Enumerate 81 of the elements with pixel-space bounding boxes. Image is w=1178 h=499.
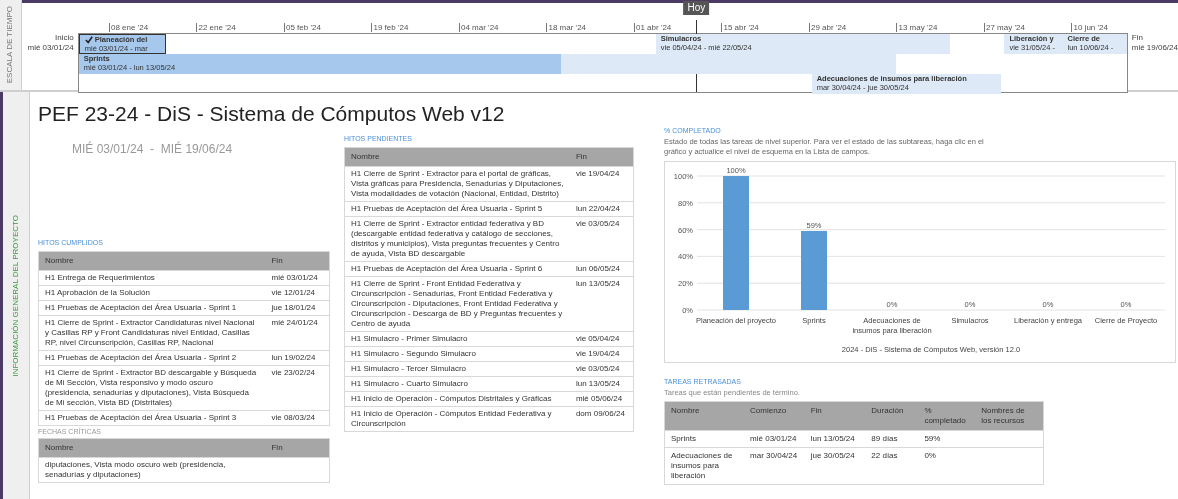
section-label: INFORMACIÓN GENERAL DEL PROYECTO: [10, 214, 21, 377]
tick-label: 10 jun '24: [1071, 23, 1108, 32]
tick-label: 22 ene '24: [196, 23, 236, 32]
tick-label: 04 mar '24: [459, 23, 499, 32]
start-label: Inicio: [55, 33, 74, 43]
table-cell: mié 03/01/24: [744, 430, 805, 448]
table-cell: H1 Entrega de Requerimientos: [38, 270, 266, 285]
table-cell: Adecuaciones de insumos para liberación: [664, 447, 745, 485]
column-header: Fin: [265, 251, 330, 270]
column-header: Fin: [569, 147, 634, 166]
table-cell: vie 03/05/24: [569, 216, 634, 261]
timeline-label: ESCALA DE TIEMPO: [4, 6, 16, 84]
table-cell: lun 13/05/24: [804, 430, 866, 448]
tick-label: 13 may '24: [896, 23, 938, 32]
table-cell: mié 05/06/24: [569, 391, 634, 406]
table-cell: mar 30/04/24: [744, 447, 805, 485]
table-cell: vie 23/02/24: [265, 365, 330, 410]
table-cell: 22 días: [865, 447, 919, 485]
table-cell: H1 Cierre de Sprint - Front Entidad Federativa y Circunscripción - Senadurías, Front Entidad Federativa y Circunscripción - Diputaciones, Front Entidad Federativa y Circunscripción - Descarga de BD y Preguntas frecuentes y Centro de ayuda: [344, 276, 570, 331]
column-header: Nombre: [38, 438, 266, 458]
table-cell: vie 05/04/24: [569, 331, 634, 346]
table-cell: jue 18/01/24: [265, 300, 330, 315]
column-header: Nombres de los recursos: [975, 401, 1044, 431]
date-range: MIÉ 03/01/24 - MIÉ 19/06/24: [72, 140, 234, 158]
table-cell: H1 Inicio de Operación - Cómputos Distritales y Gráficas: [344, 391, 570, 406]
table-cell: diputaciones, Vista modo oscuro web (presidencia, senadurías y diputaciones): [38, 457, 266, 483]
table-cell: lun 13/05/24: [569, 276, 634, 331]
column-header: % completado: [918, 401, 976, 431]
tick-label: 01 abr '24: [634, 23, 672, 32]
table-cell: lun 06/05/24: [569, 261, 634, 276]
tick-label: 27 may '24: [984, 23, 1025, 32]
column-header: Duración: [865, 401, 919, 431]
table-cell: H1 Cierre de Sprint - Extractor Candidaturas nivel Nacional y Casillas RP y Front Candidaturas nivel Entidad, Casillas RP, nivel Circunscripción, Casillas RP, Nacional: [38, 315, 266, 350]
table-cell: lun 22/04/24: [569, 201, 634, 216]
table-cell: lun 13/05/24: [569, 376, 634, 391]
tick-label: 05 feb '24: [284, 23, 321, 32]
tick-label: 08 ene '24: [108, 23, 149, 32]
table-cell: H1 Cierre de Sprint - Extractor para el portal de gráficas, Vista gráficas para Presidencia, Senadurías y Diputaciones, Vista modalidades de votación (Nacional, Entidad, Distrito): [344, 166, 570, 201]
table-cell: vie 19/04/24: [569, 166, 634, 201]
table-cell: vie 19/04/24: [569, 346, 634, 361]
tick-label: 18 mar '24: [546, 23, 587, 32]
table-cell: H1 Simulacro - Segundo Simulacro: [344, 346, 570, 361]
table-cell: vie 12/01/24: [265, 285, 330, 300]
end-date: mié 19/06/24: [1131, 43, 1178, 53]
today-marker: Hoy: [683, 1, 710, 15]
table-cell: mié 03/01/24: [265, 270, 330, 285]
table-cell: H1 Pruebas de Aceptación del Área Usuaria - Sprint 2: [38, 350, 266, 365]
table-cell: H1 Cierre de Sprint - Extractor BD descargable y Búsqueda de Mi Sección, Vista responsivo y modo oscuro (presidencia, senadurías y diputaciones), Vista Búsqueda de Mi sección, Vista BD (Distritales): [38, 365, 266, 410]
table-cell: 89 días: [865, 430, 919, 448]
table-cell: H1 Pruebas de Aceptación del Área Usuaria - Sprint 1: [38, 300, 266, 315]
check-icon: [84, 35, 93, 44]
table-cell: lun 19/02/24: [265, 350, 330, 365]
column-header: Nombre: [664, 401, 745, 431]
column-header: Comienzo: [744, 401, 805, 431]
table-cell: H1 Simulacro - Tercer Simulacro: [344, 361, 570, 376]
tick-label: 29 abr '24: [809, 23, 847, 32]
table-cell: H1 Pruebas de Aceptación del Área Usuaria - Sprint 6: [344, 261, 570, 276]
table-cell: H1 Simulacro - Cuarto Simulacro: [344, 376, 570, 391]
table-cell: Sprints: [664, 430, 745, 448]
table-cell: H1 Aprobación de la Solución: [38, 285, 266, 300]
table-cell: 0%: [918, 447, 976, 485]
column-header: Nombre: [38, 251, 266, 270]
table-cell: H1 Simulacro - Primer Simulacro: [344, 331, 570, 346]
end-label: Fin: [1131, 33, 1144, 43]
column-header: Fin: [804, 401, 866, 431]
tick-label: 19 feb '24: [371, 23, 409, 32]
report-title: PEF 23-24 - DiS - Sistema de Cómputos Web v12: [38, 101, 505, 127]
table-cell: vie 08/03/24: [265, 410, 330, 425]
column-header: Nombre: [344, 147, 570, 166]
table-cell: mié 24/01/24: [265, 315, 330, 350]
table-cell: H1 Cierre de Sprint - Extractor entidad federativa y BD (descargable entidad federativa y catálogo de secciones, distritos y municipios), Vista preguntas frecuentes y Centro de ayuda, Vista BD descargable: [344, 216, 570, 261]
table-cell: 59%: [918, 430, 976, 448]
table-cell: jue 30/05/24: [804, 447, 866, 485]
table-cell: dom 09/06/24: [569, 406, 634, 431]
start-date: mié 03/01/24: [27, 43, 74, 53]
tick-label: 15 abr '24: [721, 23, 759, 32]
table-cell: H1 Inicio de Operación - Cómputos Entidad Federativa y Circunscripción: [344, 406, 570, 431]
table-cell: vie 03/05/24: [569, 361, 634, 376]
table-cell: H1 Pruebas de Aceptación del Área Usuaria - Sprint 3: [38, 410, 266, 425]
column-header: Fin: [265, 438, 330, 458]
table-cell: H1 Pruebas de Aceptación del Área Usuaria - Sprint 5: [344, 201, 570, 216]
